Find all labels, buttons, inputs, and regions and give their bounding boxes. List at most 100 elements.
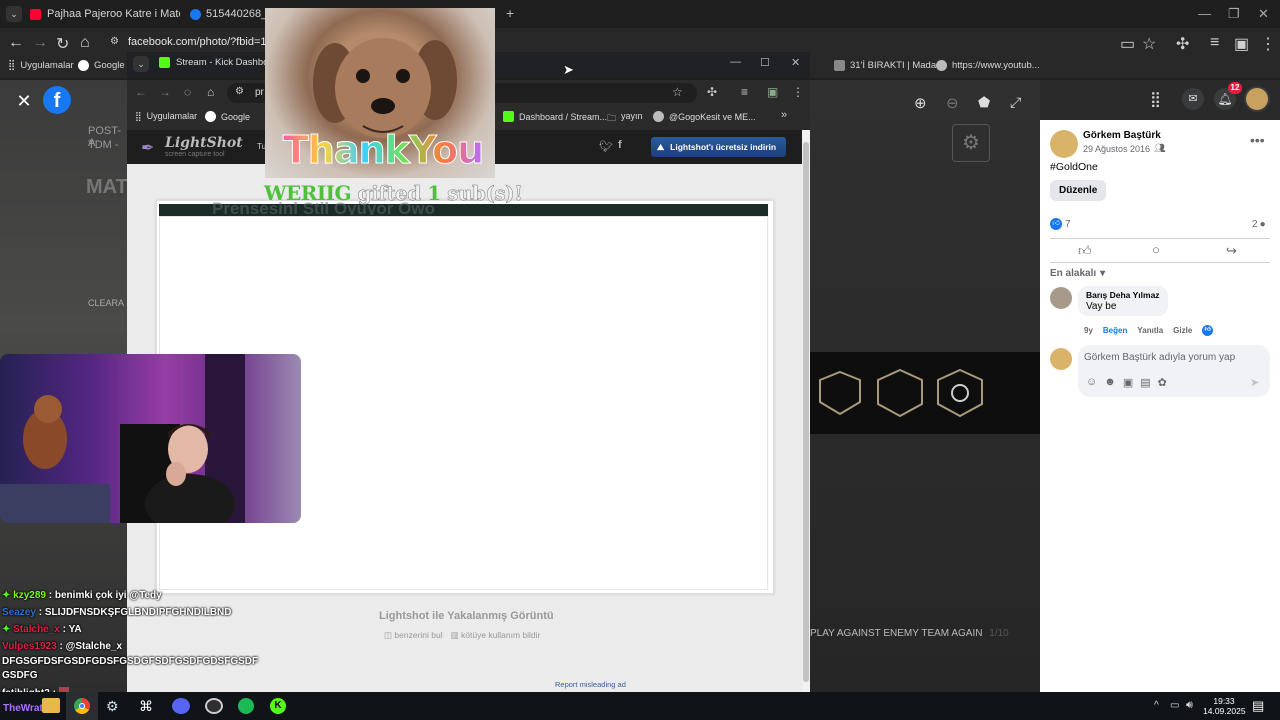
kick-app-icon[interactable]: K xyxy=(270,698,286,714)
new-tab-button[interactable]: + xyxy=(506,5,514,21)
profile-icon[interactable]: ▣ xyxy=(1234,34,1250,53)
close-window-button[interactable]: ✕ xyxy=(791,56,800,69)
reload-icon[interactable]: ↻ xyxy=(56,34,72,53)
tag-icon[interactable]: ⬟ xyxy=(978,94,998,114)
obs-icon[interactable] xyxy=(205,698,223,714)
send-icon[interactable]: ➤ xyxy=(1250,376,1259,389)
more-options-icon[interactable]: ••• xyxy=(1250,132,1265,148)
close-photo-button[interactable]: ✕ xyxy=(12,90,36,114)
tab-list-button[interactable]: ⌄ xyxy=(133,56,149,72)
back-icon[interactable]: ← xyxy=(8,34,24,51)
steam-icon[interactable]: ⚙ xyxy=(106,698,124,714)
media-icon[interactable]: ≡ xyxy=(741,85,748,99)
clock[interactable]: 19:33 14.09.2025 xyxy=(1203,696,1246,716)
more-bookmarks-icon[interactable]: » xyxy=(781,109,787,121)
capcut-icon[interactable]: ⌘ xyxy=(139,698,157,714)
facebook-icon[interactable]: f xyxy=(618,139,622,151)
author-name[interactable]: Görkem Baştürk xyxy=(1083,130,1161,141)
like-button[interactable]: 👍︎ xyxy=(1078,243,1092,259)
spotify-icon[interactable] xyxy=(238,698,254,714)
commenter-avatar[interactable] xyxy=(1050,287,1072,309)
download-button[interactable]: ⛰ Lightshot'ı ücretsiz indirin xyxy=(651,137,786,157)
author-avatar[interactable] xyxy=(1050,130,1078,158)
tray-chevron-icon[interactable]: ^ xyxy=(1154,700,1159,711)
notification-center-icon[interactable]: ▤ xyxy=(1252,698,1264,714)
comment-button[interactable]: ○ xyxy=(1152,242,1160,257)
emoji-icon[interactable]: ☻ xyxy=(1104,376,1116,389)
chrome-icon[interactable] xyxy=(66,692,98,720)
report-link[interactable]: ▥ kötüye kullanım bildir xyxy=(451,630,541,641)
extensions-icon[interactable]: ✣ xyxy=(707,85,717,99)
bookmark-star-icon[interactable]: ☆ xyxy=(672,85,683,99)
bookmark-youtube[interactable]: https://www.youtub... xyxy=(936,60,1040,71)
comment-age[interactable]: 9y xyxy=(1084,326,1093,335)
bookmark-gogokesit[interactable]: @GogoKesit ve ME... xyxy=(653,111,756,122)
home-icon[interactable]: ⌂ xyxy=(80,34,96,51)
minimize-button[interactable]: — xyxy=(730,56,741,68)
comment-hide-link[interactable]: Gizle xyxy=(1173,326,1192,335)
network-icon[interactable]: ▭ xyxy=(1170,700,1179,711)
forward-icon[interactable]: → xyxy=(159,85,171,99)
forward-icon[interactable]: → xyxy=(32,34,48,51)
viewer-avatar[interactable] xyxy=(1050,348,1072,370)
report-ad-link[interactable]: Report misleading ad xyxy=(555,680,626,689)
bookmark-folder-yayin[interactable]: 🗀︎ yayın xyxy=(607,111,643,127)
avatar-sticker-icon[interactable]: ☺ xyxy=(1086,376,1097,389)
similar-link[interactable]: ◫ benzerini bul xyxy=(384,630,443,641)
messenger-icon[interactable]: ✉ xyxy=(1182,88,1204,110)
cast-icon[interactable]: ▭ xyxy=(1120,34,1136,53)
sort-dropdown[interactable]: En alakalı ▾ xyxy=(1050,268,1105,279)
lightshot-logo[interactable]: LightShot xyxy=(165,135,243,151)
zoom-out-icon[interactable]: ⊖ xyxy=(946,94,966,114)
bookmark-apps[interactable]: ⣿ Uygulamalar xyxy=(8,60,74,71)
comment-count-row[interactable]: 2 ● xyxy=(1252,219,1266,230)
tab-facebook[interactable]: 515440268_3134 xyxy=(190,4,270,24)
chat-username[interactable]: Seazey xyxy=(2,607,36,618)
chat-username[interactable]: Stalche_x xyxy=(13,624,60,635)
tab-list-button[interactable]: ⌄ xyxy=(6,6,22,22)
bookmark-birakti[interactable]: 31'İ BIRAKTI | Mada... xyxy=(834,60,944,71)
account-avatar[interactable] xyxy=(1244,86,1270,112)
menu-grid-icon[interactable]: ⣿ xyxy=(1150,90,1170,110)
post-date[interactable]: 29 Ağustos 2016 xyxy=(1083,144,1150,154)
bookmark-star-icon[interactable]: ☆ xyxy=(1142,34,1158,53)
back-icon[interactable]: ← xyxy=(135,85,147,99)
camera-icon[interactable]: ▣ xyxy=(1123,376,1133,389)
comment-input[interactable]: Görkem Baştürk adıyla yorum yap xyxy=(1084,352,1235,363)
lightshot-logo-icon[interactable]: ✒ xyxy=(141,138,159,157)
url-text[interactable]: facebook.com/photo/?fbid=1527 xyxy=(128,36,285,48)
bookmark-google[interactable]: Google xyxy=(78,60,125,71)
profile-icon[interactable]: ▣ xyxy=(767,85,778,99)
maximize-button[interactable]: ❐ xyxy=(1228,6,1240,22)
close-window-button[interactable]: ✕ xyxy=(1258,6,1269,22)
home-icon[interactable]: ⌂ xyxy=(207,85,214,99)
maximize-button[interactable]: ☐ xyxy=(760,56,770,69)
sticker-icon[interactable]: ✿ xyxy=(1158,376,1167,389)
twitter-icon[interactable]: 🐦︎ xyxy=(599,140,613,153)
media-icon[interactable]: ≡ xyxy=(1210,34,1226,51)
url-text[interactable]: pr xyxy=(255,87,264,98)
chat-username[interactable]: Vulpes1923 xyxy=(2,641,57,652)
gif-icon[interactable]: ▤ xyxy=(1140,376,1150,389)
menu-icon[interactable]: ⋮ xyxy=(1260,34,1276,53)
like-count[interactable]: 7 xyxy=(1065,219,1071,230)
volume-icon[interactable]: 🔊︎ xyxy=(1186,699,1193,712)
comment-author[interactable]: Barış Deha Yılmaz xyxy=(1086,290,1160,300)
app-icon[interactable] xyxy=(172,698,190,714)
file-explorer-icon[interactable] xyxy=(42,698,60,713)
bookmark-google[interactable]: Google xyxy=(205,111,250,122)
share-button[interactable]: ↪ xyxy=(1226,243,1237,259)
tab-youtube[interactable]: Pajhaa Pajeroo Katre i Matem 7 ✕ xyxy=(30,4,180,24)
extensions-icon[interactable]: ✣ xyxy=(1176,34,1192,53)
chat-username[interactable]: kzy289 xyxy=(13,590,46,601)
bookmark-apps[interactable]: ⣿ Uygulamalar xyxy=(135,111,197,122)
fullscreen-icon[interactable]: ⤢ xyxy=(1010,94,1030,114)
zoom-in-icon[interactable]: ⊕ xyxy=(914,94,934,114)
bookmark-dashboard[interactable]: Dashboard / Stream... xyxy=(503,111,607,122)
menu-icon[interactable]: ⋮ xyxy=(792,85,804,99)
scrollbar[interactable] xyxy=(802,130,810,692)
tab-kick[interactable]: Stream - Kick Dashboard xyxy=(159,57,282,68)
loading-icon[interactable]: ◌ xyxy=(184,85,191,99)
comment-composer[interactable]: Görkem Baştürk adıyla yorum yap ☺ ☻ ▣ ▤ … xyxy=(1078,345,1270,397)
minimize-button[interactable]: — xyxy=(1198,6,1211,21)
